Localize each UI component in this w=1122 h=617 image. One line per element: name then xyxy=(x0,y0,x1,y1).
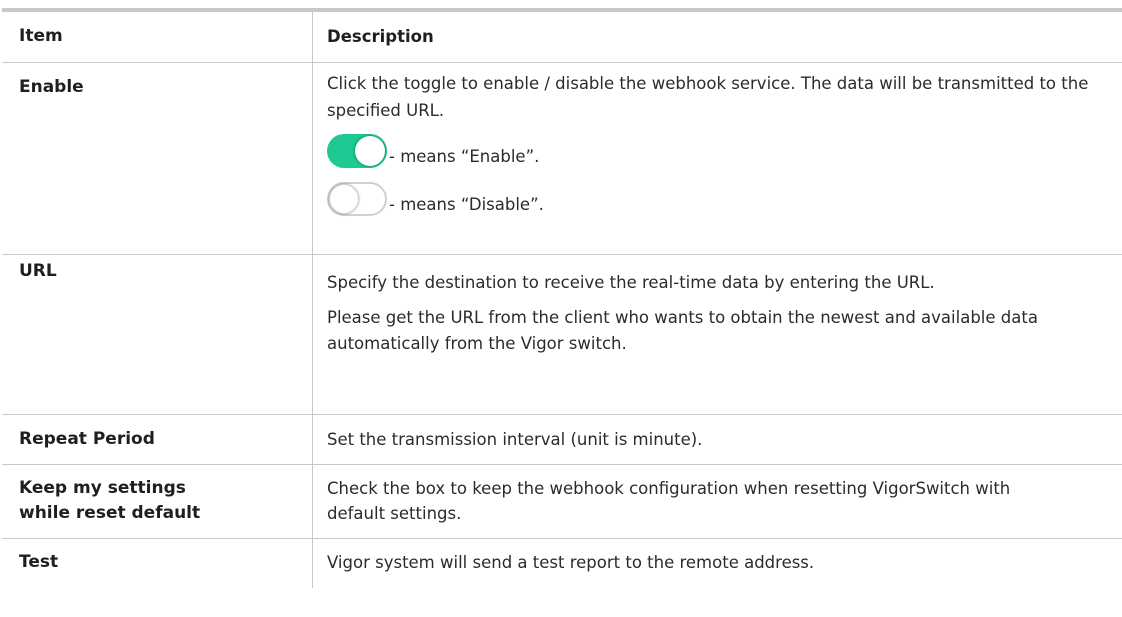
row-desc-url: Specify the destination to receive the r… xyxy=(327,271,1107,357)
row-separator xyxy=(2,538,1122,539)
column-divider xyxy=(312,12,313,588)
row-item-keep-settings: Keep my settings while reset default xyxy=(19,476,299,526)
row-desc-keep-settings: Check the box to keep the webhook config… xyxy=(327,479,1011,523)
row-desc-enable: Click the toggle to enable / disable the… xyxy=(327,70,1107,216)
toggle-off-icon xyxy=(327,182,387,216)
row-item-enable: Enable xyxy=(19,77,84,97)
row-item-repeat-period: Repeat Period xyxy=(19,429,155,449)
row-item-test: Test xyxy=(19,552,59,572)
header-description: Description xyxy=(327,27,434,46)
row-separator xyxy=(2,254,1122,255)
toggle-example-on: - means “Enable”. xyxy=(327,130,1107,168)
row-item-url: URL xyxy=(19,261,57,281)
row-separator xyxy=(2,464,1122,465)
row-desc-test: Vigor system will send a test report to … xyxy=(327,553,815,572)
toggle-example-off: - means “Disable”. xyxy=(327,178,1107,216)
keep-settings-line-1: Keep my settings xyxy=(19,478,186,498)
toggle-on-icon xyxy=(327,134,387,168)
toggle-on-text: - means “Enable”. xyxy=(389,147,540,166)
table-top-rule xyxy=(2,8,1122,12)
url-description-text-2: Please get the URL from the client who w… xyxy=(327,308,1038,353)
row-desc-repeat-period: Set the transmission interval (unit is m… xyxy=(327,430,703,449)
header-separator xyxy=(2,62,1122,63)
row-separator xyxy=(2,414,1122,415)
url-description-text: Specify the destination to receive the r… xyxy=(327,273,935,292)
header-item: Item xyxy=(19,26,63,46)
enable-description-text: Click the toggle to enable / disable the… xyxy=(327,74,1089,120)
keep-settings-line-2: while reset default xyxy=(19,503,201,523)
toggle-off-text: - means “Disable”. xyxy=(389,195,544,214)
